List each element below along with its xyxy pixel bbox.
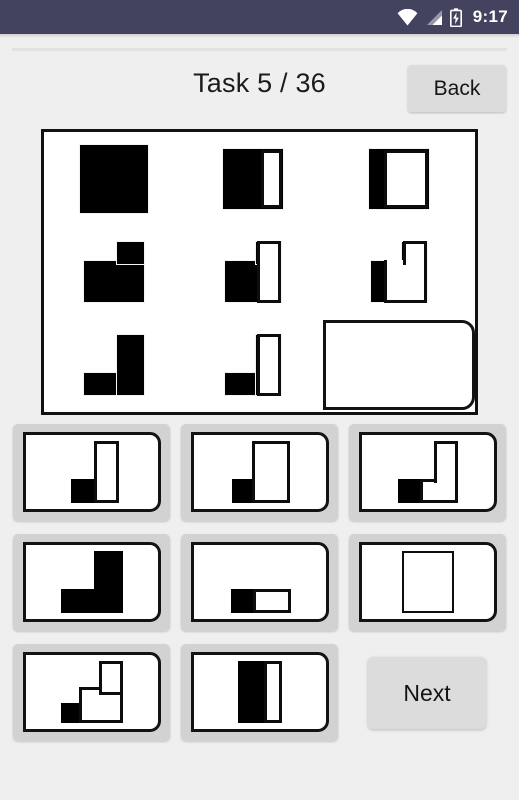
- cellular-signal-icon: [426, 9, 442, 25]
- option-tile-2[interactable]: [181, 424, 338, 521]
- wifi-icon: [397, 8, 418, 25]
- shape-black-step: [82, 240, 145, 303]
- option-4-canvas: [23, 542, 161, 622]
- shape-black-L: [82, 334, 145, 397]
- answer-placeholder[interactable]: [323, 320, 475, 411]
- option-7-canvas: [23, 652, 161, 732]
- matrix-grid: [44, 132, 475, 412]
- shape-step-with-white-strip: [224, 240, 283, 303]
- options-grid: Next: [13, 424, 506, 746]
- shape-blacksquare-white-column: [63, 441, 121, 503]
- matrix-cell-r3c2: [184, 319, 324, 412]
- option-2-canvas: [191, 432, 329, 512]
- matrix-cell-r2c2: [184, 225, 324, 318]
- option-tile-8[interactable]: [181, 644, 338, 741]
- shape-solid-square: [78, 143, 149, 214]
- shape-solid-black-L: [61, 551, 123, 613]
- header-divider: [12, 48, 507, 51]
- matrix-cell-r3c1: [44, 319, 184, 412]
- option-tile-6[interactable]: [349, 534, 506, 631]
- matrix-cell-r2c3: [323, 225, 475, 318]
- status-bar: 9:17: [0, 0, 519, 34]
- shape-blacksquare-white-staircase: [61, 661, 123, 723]
- shape-square-with-white-strip: [222, 147, 285, 210]
- option-6-canvas: [359, 542, 497, 622]
- matrix-cell-r1c2: [184, 132, 324, 225]
- shape-blacksquare-white-rect: [230, 441, 290, 503]
- next-button-label: Next: [403, 679, 451, 706]
- shape-blacksquare-horizontal-white-rect: [229, 551, 291, 613]
- next-button[interactable]: Next: [368, 657, 486, 729]
- option-5-canvas: [191, 542, 329, 622]
- shape-blacksquare-white-L: [398, 441, 458, 503]
- header: Task 5 / 36 Back: [0, 38, 519, 120]
- shape-strip-with-white-square: [368, 147, 430, 210]
- option-tile-1[interactable]: [13, 424, 170, 521]
- option-8-canvas: [191, 652, 329, 732]
- option-tile-5[interactable]: [181, 534, 338, 631]
- matrix-cell-r3c3: [323, 319, 475, 412]
- status-clock: 9:17: [472, 7, 508, 26]
- option-3-canvas: [359, 432, 497, 512]
- matrix-cell-r1c3: [323, 132, 475, 225]
- back-button-label: Back: [433, 76, 481, 100]
- back-button[interactable]: Back: [408, 65, 506, 112]
- shape-strip-with-white-step: [370, 240, 428, 303]
- option-tile-7[interactable]: [13, 644, 170, 741]
- option-tile-3[interactable]: [349, 424, 506, 521]
- matrix-cell-r2c1: [44, 225, 184, 318]
- option-1-canvas: [23, 432, 161, 512]
- matrix-panel: [41, 129, 478, 415]
- shape-L-with-white-strip: [224, 334, 283, 397]
- matrix-cell-r1c1: [44, 132, 184, 225]
- app-root: 9:17 Task 5 / 36 Back Next: [0, 0, 519, 800]
- option-tile-4[interactable]: [13, 534, 170, 631]
- status-icons: 9:17: [397, 7, 508, 27]
- shape-black-bar-white-strip: [238, 661, 282, 723]
- shape-white-square: [397, 551, 459, 613]
- battery-charging-icon: [449, 7, 462, 27]
